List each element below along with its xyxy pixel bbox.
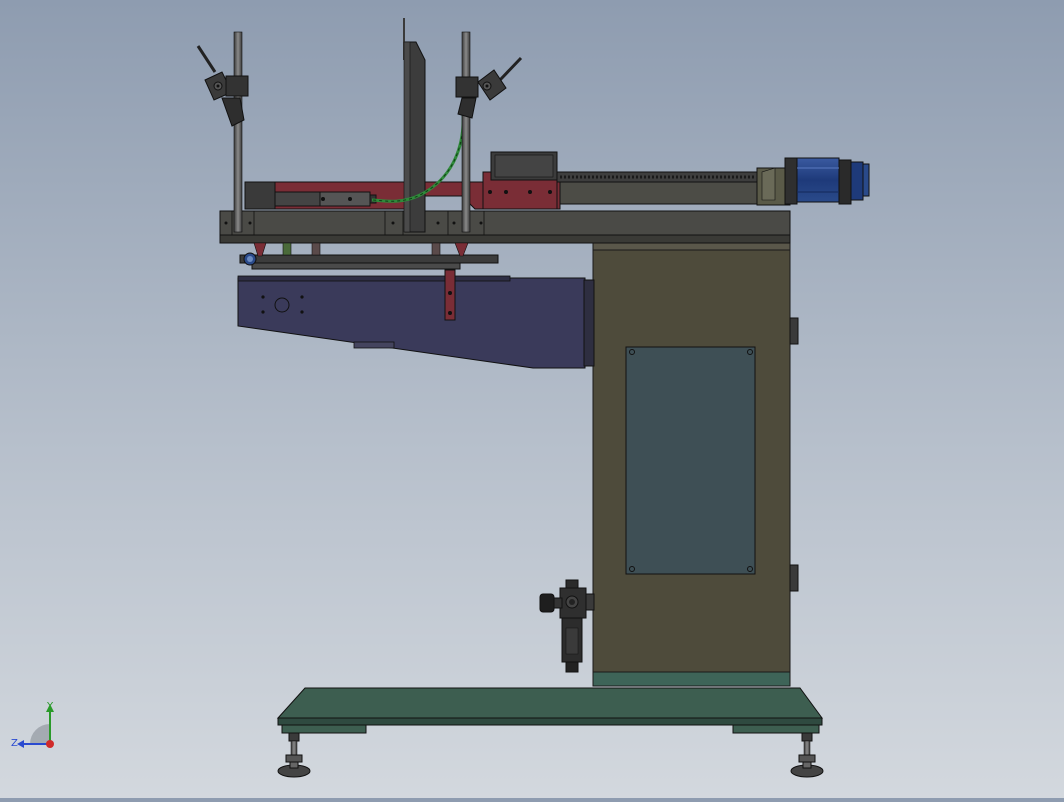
torch-post-right	[461, 31, 471, 233]
linear-rail	[556, 171, 758, 205]
y-axis-label: Y	[46, 701, 54, 712]
horizontal-arm[interactable]	[237, 275, 595, 369]
triad-plane-icon	[30, 724, 50, 744]
hinge-bottom	[789, 564, 799, 592]
orientation-triad: Y Z	[8, 700, 68, 760]
lower-clamp-rail	[239, 252, 499, 270]
x-axis-dot	[46, 740, 54, 748]
access-door-panel[interactable]	[625, 346, 756, 575]
hinge-top	[789, 317, 799, 345]
air-filter-regulator[interactable]	[539, 579, 595, 673]
base-plate[interactable]	[276, 687, 823, 734]
leveling-foot-left	[277, 732, 311, 778]
torch-post-left	[233, 31, 243, 233]
cad-viewport[interactable]	[0, 0, 1064, 798]
leveling-foot-right	[790, 732, 824, 778]
clamp-bar-bracket	[444, 269, 456, 321]
drive-motor[interactable]	[756, 157, 870, 206]
z-axis-label: Z	[11, 738, 18, 749]
clamp-fingers	[253, 242, 469, 257]
top-beam[interactable]	[219, 210, 791, 244]
